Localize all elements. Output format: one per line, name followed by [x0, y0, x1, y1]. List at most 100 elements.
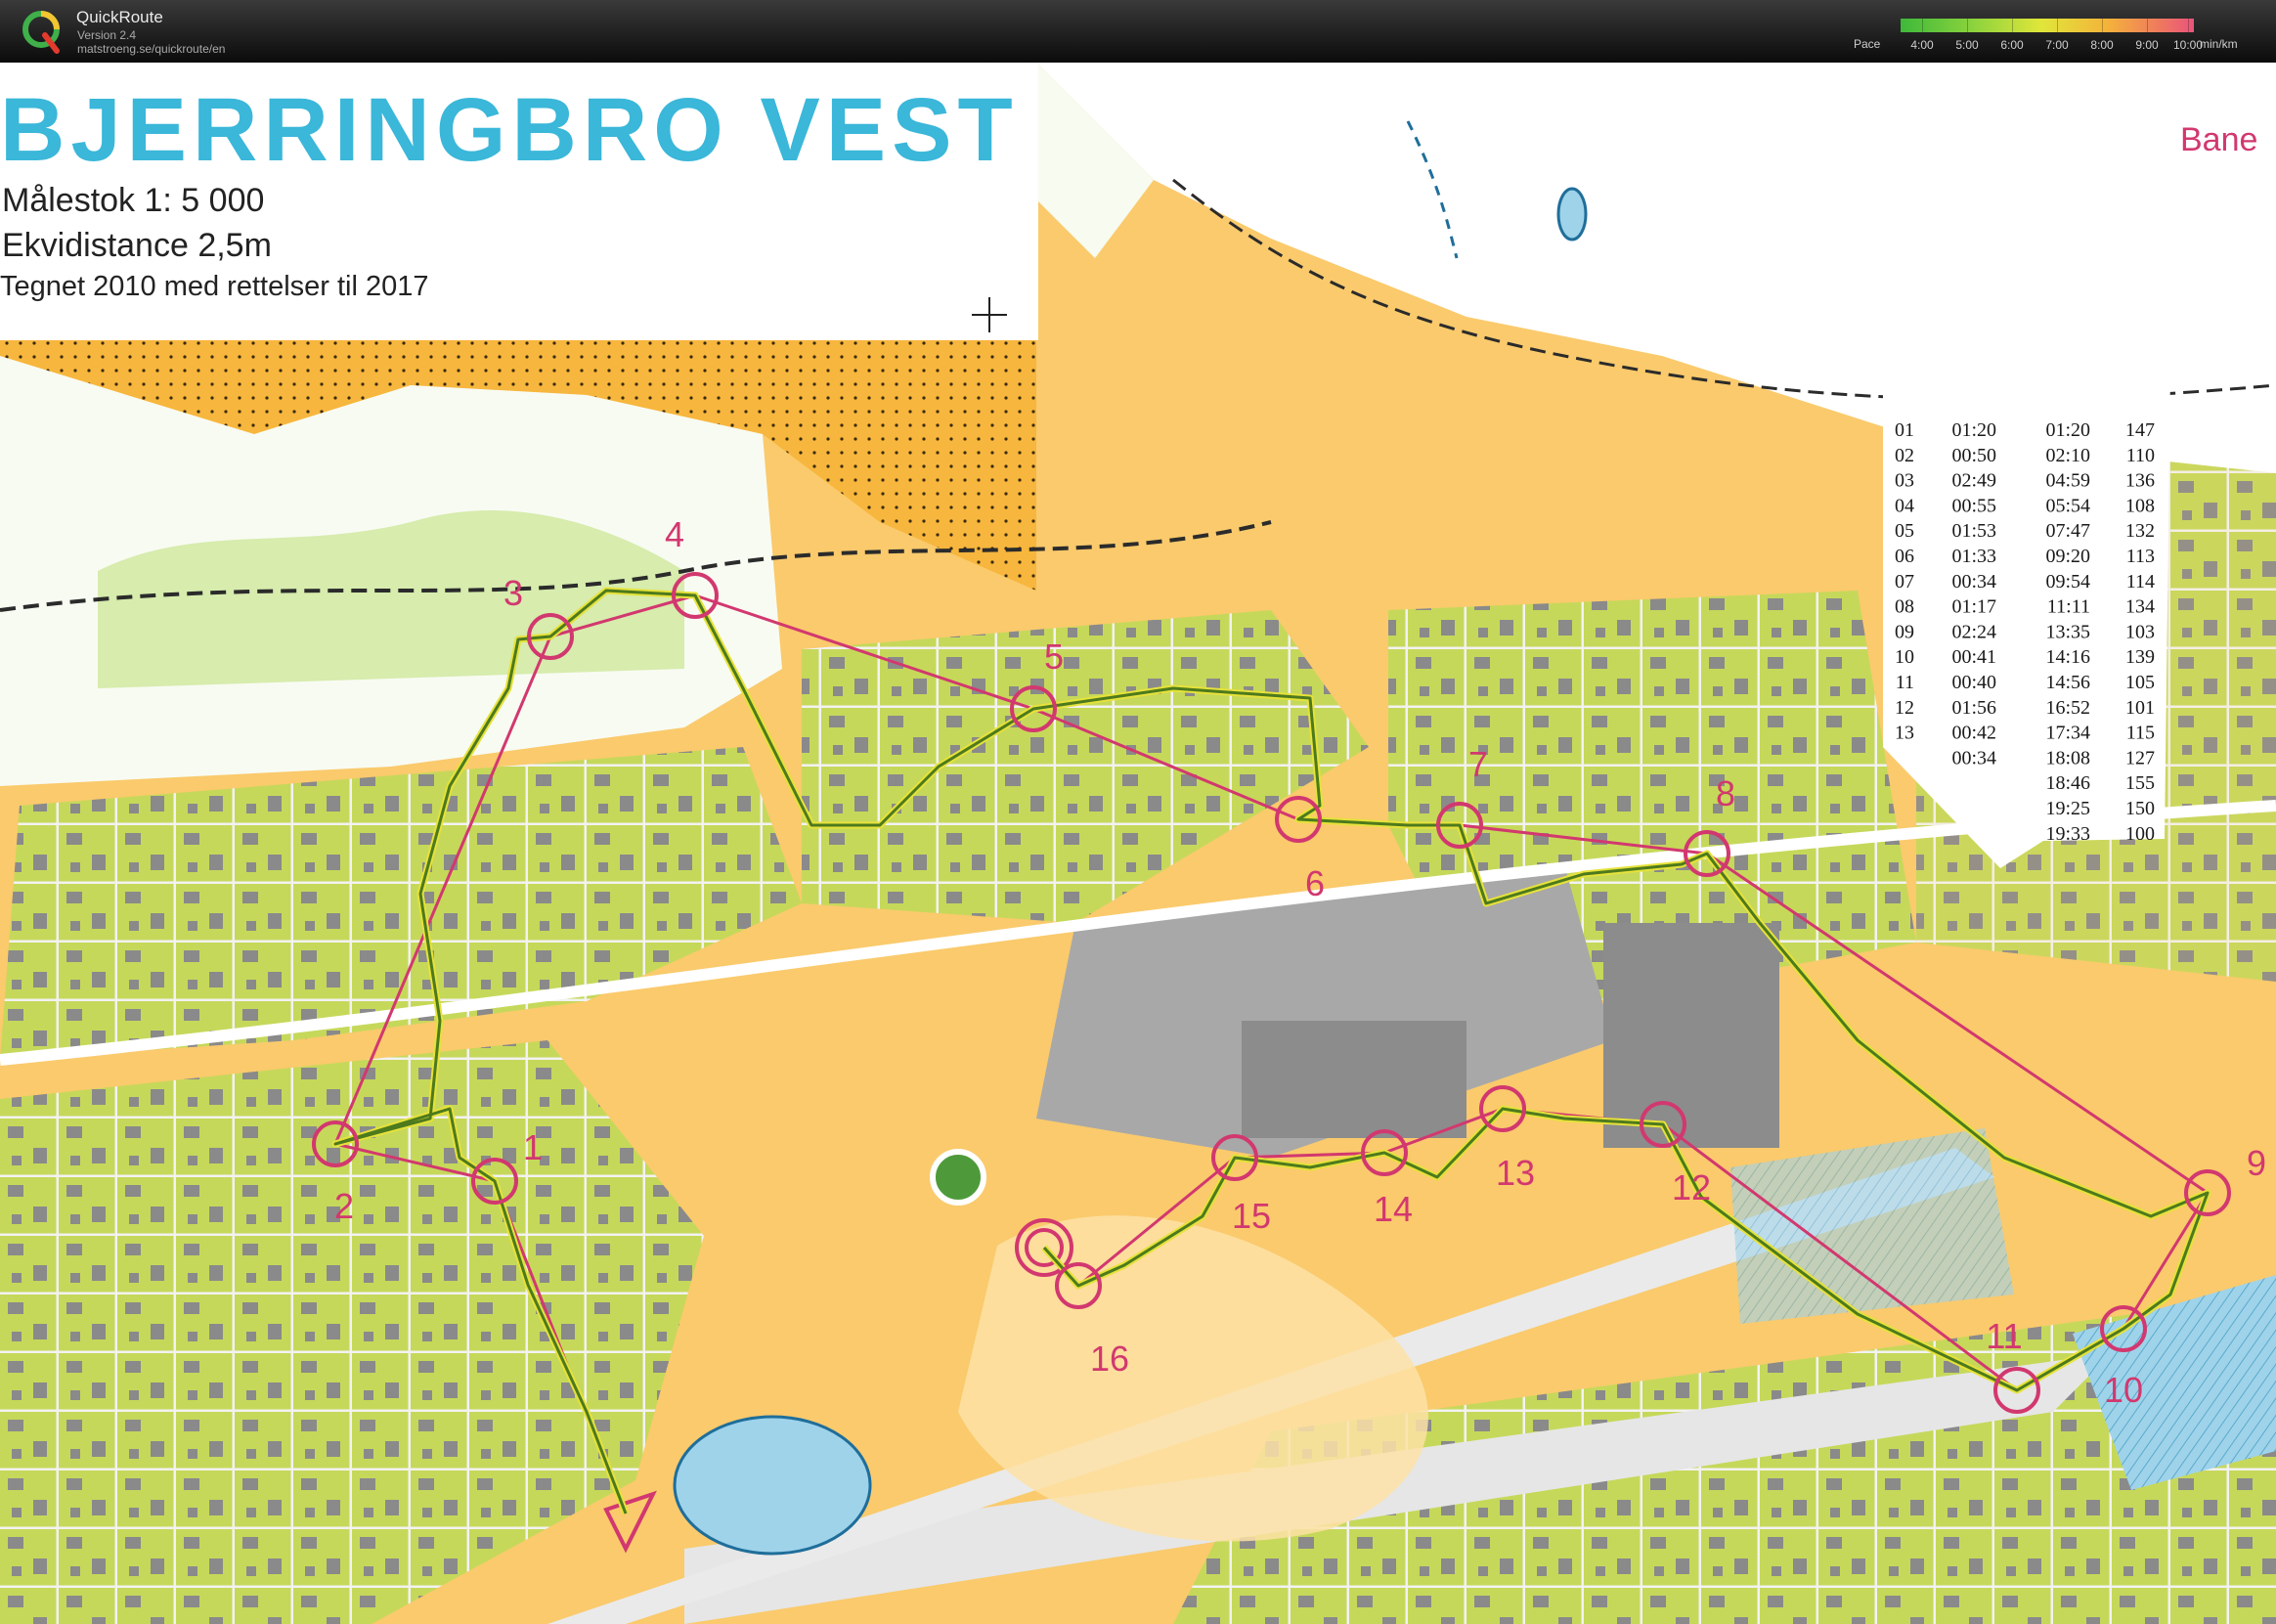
control-number: 2 — [334, 1186, 354, 1226]
control-number: 6 — [1305, 863, 1325, 903]
orienteering-map[interactable]: BJERRINGBRO VEST Målestok 1: 5 000 Ekvid… — [0, 63, 2276, 1624]
control-number: 1 — [523, 1127, 543, 1167]
pace-tick-label: 10:00 — [2172, 38, 2204, 52]
split-total-time: 17:34 — [2045, 723, 2090, 744]
split-total-time: 09:54 — [2045, 571, 2090, 593]
split-heart-rate: 105 — [2125, 672, 2155, 693]
pace-tick-label: 4:00 — [1910, 38, 1934, 52]
pace-tick-mark — [2012, 19, 2013, 32]
split-leg-time: 01:56 — [1951, 697, 1996, 719]
split-total-time: 05:54 — [2045, 495, 2090, 516]
split-control-number: 10 — [1895, 646, 1914, 668]
split-control-number: 05 — [1895, 520, 1914, 542]
pace-tick-mark — [2147, 19, 2148, 32]
app-version: Version 2.4 — [77, 28, 137, 42]
title-bar: QuickRoute Version 2.4 matstroeng.se/qui… — [0, 0, 2276, 63]
control-number: 14 — [1374, 1189, 1413, 1229]
split-leg-time: 00:34 — [1951, 571, 1996, 593]
split-control-number: 08 — [1895, 596, 1914, 618]
split-leg-time: 02:49 — [1951, 470, 1996, 492]
split-leg-time: 01:53 — [1951, 520, 1996, 542]
split-total-time: 07:47 — [2045, 520, 2090, 542]
map-title: BJERRINGBRO VEST — [0, 80, 1019, 180]
pace-tick-label: 5:00 — [1955, 38, 1979, 52]
split-leg-time: 00:41 — [1951, 646, 1996, 668]
split-heart-rate: 155 — [2125, 772, 2155, 794]
course-label: Bane — [2180, 121, 2257, 158]
split-control-number: 12 — [1895, 697, 1914, 719]
map-canvas[interactable]: BJERRINGBRO VEST Målestok 1: 5 000 Ekvid… — [0, 63, 2276, 1624]
split-control-number: 01 — [1895, 419, 1914, 441]
pace-tick-label: 7:00 — [2045, 38, 2069, 52]
split-heart-rate: 101 — [2125, 697, 2155, 719]
split-leg-time: 01:20 — [1951, 419, 1996, 441]
pace-label: Pace — [1854, 37, 1881, 51]
pace-tick-mark — [1922, 19, 1923, 32]
split-heart-rate: 103 — [2125, 621, 2155, 642]
split-leg-time: 01:17 — [1951, 596, 1996, 618]
split-total-time: 18:08 — [2045, 747, 2090, 768]
control-number: 12 — [1672, 1167, 1711, 1207]
split-total-time: 18:46 — [2045, 772, 2090, 794]
split-control-number: 04 — [1895, 495, 1914, 516]
pace-tick-mark — [2188, 19, 2189, 32]
split-heart-rate: 110 — [2126, 445, 2155, 466]
split-control-number: 06 — [1895, 546, 1914, 567]
split-total-time: 11:11 — [2047, 596, 2090, 618]
pace-color-scale — [1901, 19, 2194, 32]
split-heart-rate: 147 — [2125, 419, 2155, 441]
split-total-time: 16:52 — [2045, 697, 2090, 719]
split-total-time: 09:20 — [2045, 546, 2090, 567]
split-total-time: 04:59 — [2045, 470, 2090, 492]
split-leg-time: 00:55 — [1951, 495, 1996, 516]
split-leg-time: 00:42 — [1951, 723, 1996, 744]
control-number: 15 — [1232, 1196, 1271, 1236]
split-heart-rate: 150 — [2125, 798, 2155, 819]
split-heart-rate: 134 — [2125, 596, 2155, 618]
quickroute-window: QuickRoute Version 2.4 matstroeng.se/qui… — [0, 0, 2276, 1624]
control-number: 7 — [1468, 744, 1488, 784]
split-heart-rate: 132 — [2125, 520, 2155, 542]
map-scale: Målestok 1: 5 000 — [2, 182, 264, 219]
map-drawn-note: Tegnet 2010 med rettelser til 2017 — [0, 271, 429, 302]
split-heart-rate: 113 — [2126, 546, 2155, 567]
split-leg-time: 00:40 — [1951, 672, 1996, 693]
pace-tick-label: 8:00 — [2090, 38, 2114, 52]
split-heart-rate: 139 — [2125, 646, 2155, 668]
control-number: 8 — [1716, 773, 1735, 813]
split-heart-rate: 127 — [2125, 747, 2155, 768]
app-url[interactable]: matstroeng.se/quickroute/en — [77, 42, 225, 56]
split-control-number: 11 — [1896, 672, 1914, 693]
split-total-time: 19:33 — [2045, 823, 2090, 845]
split-total-time: 01:20 — [2045, 419, 2090, 441]
pace-tick-label: 6:00 — [2000, 38, 2024, 52]
split-heart-rate: 115 — [2126, 723, 2155, 744]
map-contour-interval: Ekvidistance 2,5m — [2, 227, 272, 264]
quickroute-logo-icon — [22, 11, 60, 54]
split-leg-time: 01:33 — [1951, 546, 1996, 567]
app-name: QuickRoute — [76, 8, 163, 26]
control-number: 16 — [1090, 1339, 1129, 1379]
split-heart-rate: 136 — [2125, 470, 2155, 492]
split-control-number: 07 — [1895, 571, 1914, 593]
control-number: 13 — [1496, 1153, 1535, 1193]
split-control-number: 13 — [1895, 723, 1914, 744]
pace-unit: min/km — [2200, 37, 2238, 51]
pace-tick-mark — [1967, 19, 1968, 32]
control-number: 9 — [2247, 1143, 2266, 1183]
control-number: 11 — [1986, 1316, 2022, 1356]
split-heart-rate: 114 — [2126, 571, 2155, 593]
split-leg-time: 00:50 — [1951, 445, 1996, 466]
control-number: 10 — [2104, 1370, 2143, 1410]
split-leg-time: 00:34 — [1951, 747, 1996, 768]
split-total-time: 02:10 — [2045, 445, 2090, 466]
control-number: 5 — [1044, 636, 1064, 677]
split-total-time: 19:25 — [2045, 798, 2090, 819]
split-control-number: 03 — [1895, 470, 1914, 492]
control-number: 4 — [665, 514, 684, 554]
split-total-time: 14:56 — [2045, 672, 2090, 693]
split-control-number: 02 — [1895, 445, 1914, 466]
split-leg-time: 02:24 — [1951, 621, 1996, 642]
pace-tick-mark — [2102, 19, 2103, 32]
split-heart-rate: 108 — [2125, 495, 2155, 516]
